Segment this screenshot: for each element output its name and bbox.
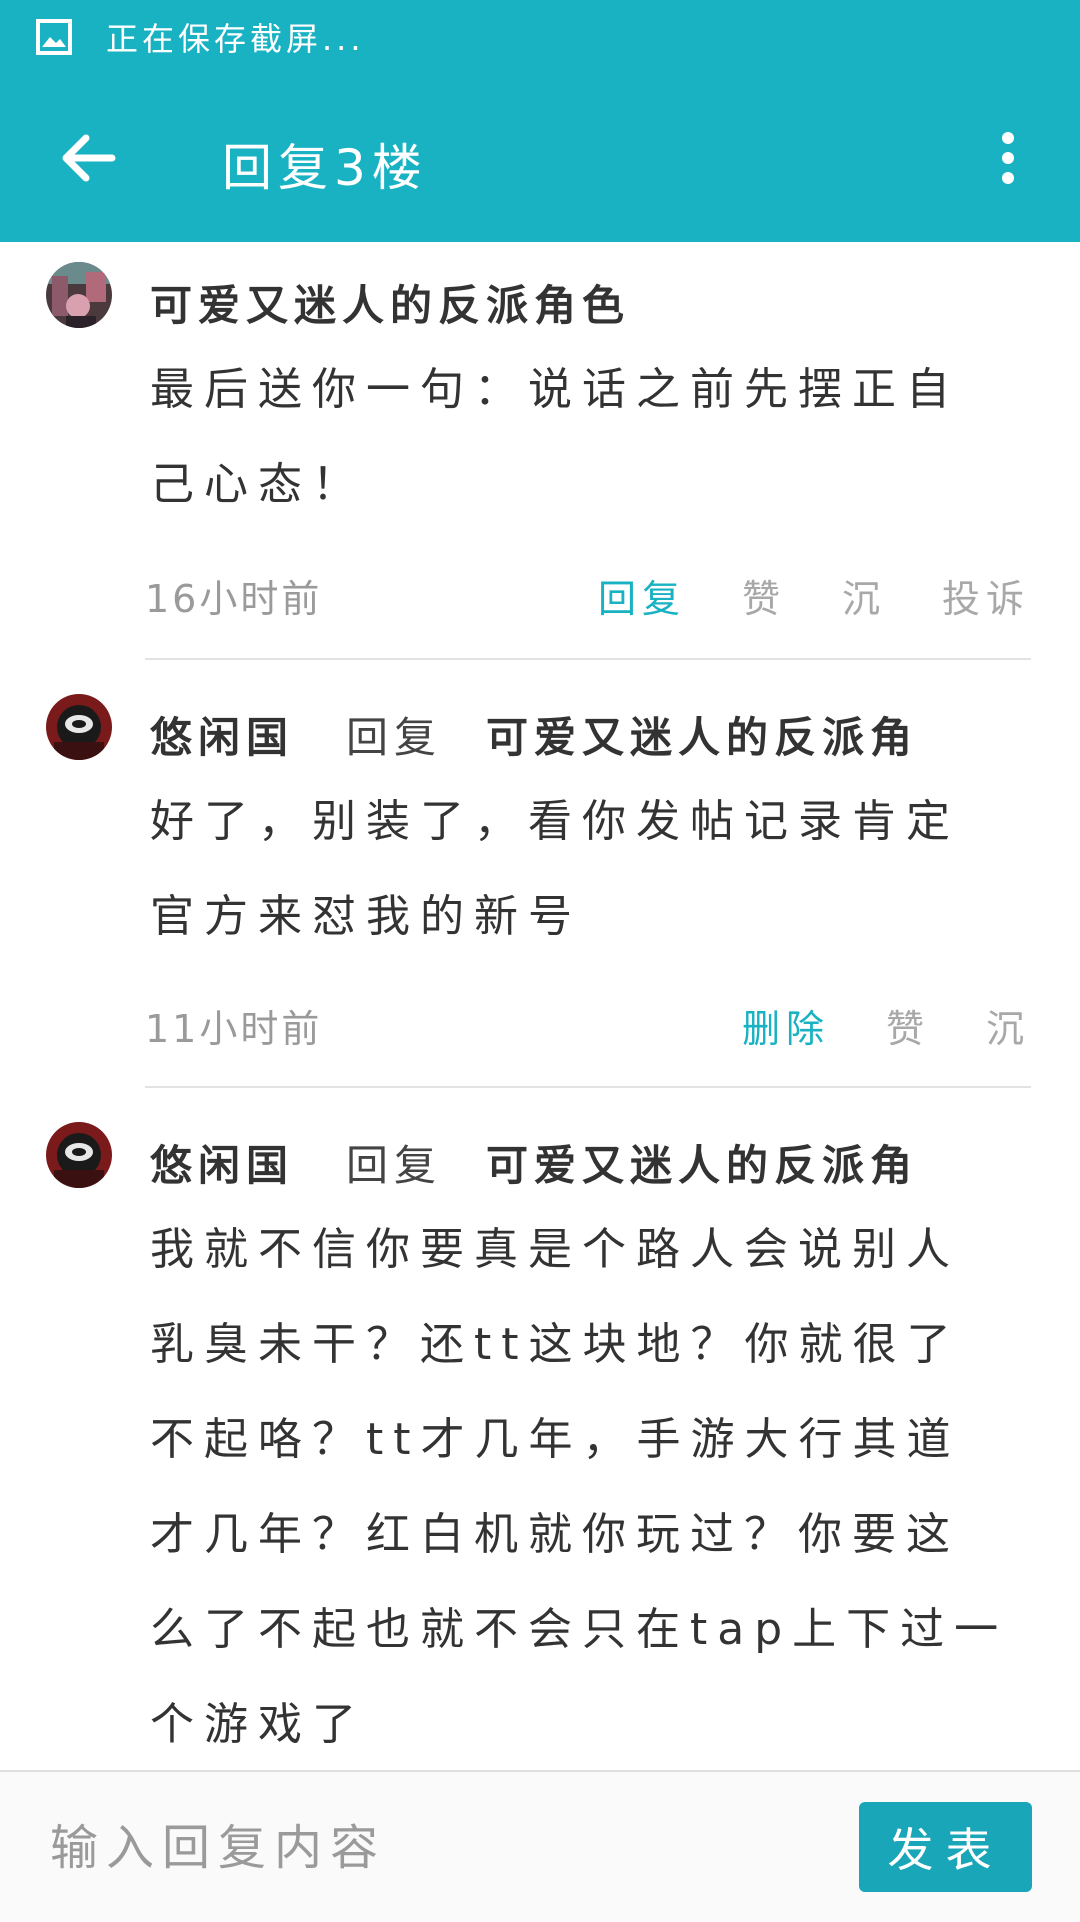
comment-author[interactable]: 悠闲国: [150, 1141, 294, 1190]
reply-label: 回复: [346, 1141, 443, 1190]
comment-author-line: 悠闲国 回复 可爱又迷人的反派角: [150, 1132, 918, 1193]
comment-time: 11小时前: [145, 1007, 323, 1051]
reply-label: 回复: [346, 713, 443, 762]
comment-meta: 16小时前 回复 赞 沉 投诉: [145, 568, 1030, 628]
like-button[interactable]: 赞: [886, 998, 930, 1053]
divider: [145, 658, 1031, 660]
send-button[interactable]: 发表: [859, 1802, 1032, 1892]
avatar[interactable]: [46, 694, 112, 760]
comment-author[interactable]: 可爱又迷人的反派角色: [150, 272, 630, 333]
reply-button[interactable]: 回复: [598, 568, 686, 623]
comment-author[interactable]: 悠闲国: [150, 713, 294, 762]
avatar[interactable]: [46, 262, 112, 328]
comment-text: 好了，别装了，看你发帖记录肯定官方来怼我的新号: [150, 796, 960, 942]
sink-button[interactable]: 沉: [842, 568, 886, 623]
comment-time: 16小时前: [145, 577, 323, 621]
more-vert-icon[interactable]: [980, 128, 1036, 188]
reply-bar: 发表: [0, 1770, 1080, 1922]
avatar[interactable]: [46, 1122, 112, 1188]
image-icon: [36, 19, 72, 55]
reply-input[interactable]: [48, 1812, 812, 1884]
sink-button[interactable]: 沉: [986, 998, 1030, 1053]
comment-meta: 11小时前 删除 赞 沉: [145, 998, 1030, 1058]
app-bar: 回复3楼: [0, 74, 1080, 242]
divider: [145, 1086, 1031, 1088]
delete-button[interactable]: 删除: [742, 998, 830, 1053]
comment-actions: 回复 赞 沉 投诉: [542, 568, 1030, 623]
comment-actions: 删除 赞 沉: [686, 998, 1030, 1053]
comment-author-line: 悠闲国 回复 可爱又迷人的反派角: [150, 704, 918, 765]
like-button[interactable]: 赞: [742, 568, 786, 623]
reply-target[interactable]: 可爱又迷人的反派角: [486, 713, 918, 762]
comment-text: 最后送你一句：说话之前先摆正自己心态！: [150, 364, 960, 510]
page-title: 回复3楼: [222, 139, 428, 197]
comment-list: 可爱又迷人的反派角色 最后送你一句：说话之前先摆正自己心态！ 16小时前 回复 …: [0, 242, 1080, 1770]
status-text: 正在保存截屏...: [106, 20, 365, 58]
status-bar: 正在保存截屏...: [0, 0, 1080, 74]
reply-target[interactable]: 可爱又迷人的反派角: [486, 1141, 918, 1190]
report-button[interactable]: 投诉: [942, 568, 1030, 623]
comment-text: 我就不信你要真是个路人会说别人乳臭未干？还tt这块地？你就很了不起咯？tt才几年…: [150, 1224, 1009, 1750]
arrow-left-icon[interactable]: [52, 122, 124, 194]
